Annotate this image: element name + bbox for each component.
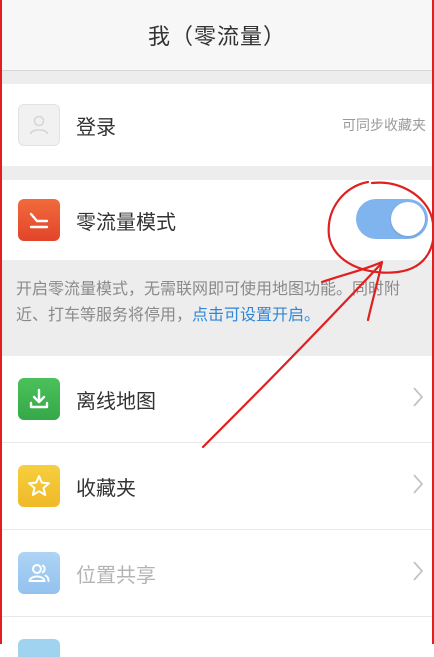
list-item-favorites[interactable]: 收藏夹	[0, 443, 434, 530]
offline-maps-label: 离线地图	[76, 388, 156, 413]
list-item-location-sharing[interactable]: 位置共享	[0, 530, 434, 617]
feature-list: 离线地图 收藏夹 位置共享	[0, 356, 434, 657]
people-icon	[18, 552, 60, 594]
zero-flow-icon	[18, 199, 60, 241]
chevron-right-icon	[413, 387, 424, 407]
settings-link[interactable]: 点击可设置开启。	[192, 305, 320, 324]
zero-flow-info-text: 开启零流量模式，无需联网即可使用地图功能。同时附近、打车等服务将停用，点击可设置…	[16, 276, 428, 328]
screen-frame-left-edge	[0, 0, 2, 644]
page-title: 我（零流量）	[147, 25, 286, 50]
download-icon	[18, 378, 60, 420]
chevron-right-icon	[413, 561, 424, 581]
star-icon	[18, 465, 60, 507]
sync-favorites-hint: 可同步收藏夹	[342, 118, 426, 134]
chevron-right-icon	[413, 474, 424, 494]
list-item-offline-maps[interactable]: 离线地图	[0, 356, 434, 443]
zero-flow-mode-label: 零流量模式	[76, 209, 176, 234]
location-sharing-label: 位置共享	[76, 562, 156, 587]
header-bar: 我（零流量）	[0, 0, 434, 71]
login-label: 登录	[76, 114, 116, 139]
login-row[interactable]: 登录 可同步收藏夹	[0, 84, 434, 166]
avatar-icon	[18, 104, 60, 146]
partial-item-icon	[18, 639, 60, 657]
list-item-partial[interactable]	[0, 617, 434, 657]
toggle-knob[interactable]	[391, 202, 425, 236]
favorites-label: 收藏夹	[76, 475, 136, 500]
zero-flow-toggle[interactable]	[356, 199, 428, 239]
